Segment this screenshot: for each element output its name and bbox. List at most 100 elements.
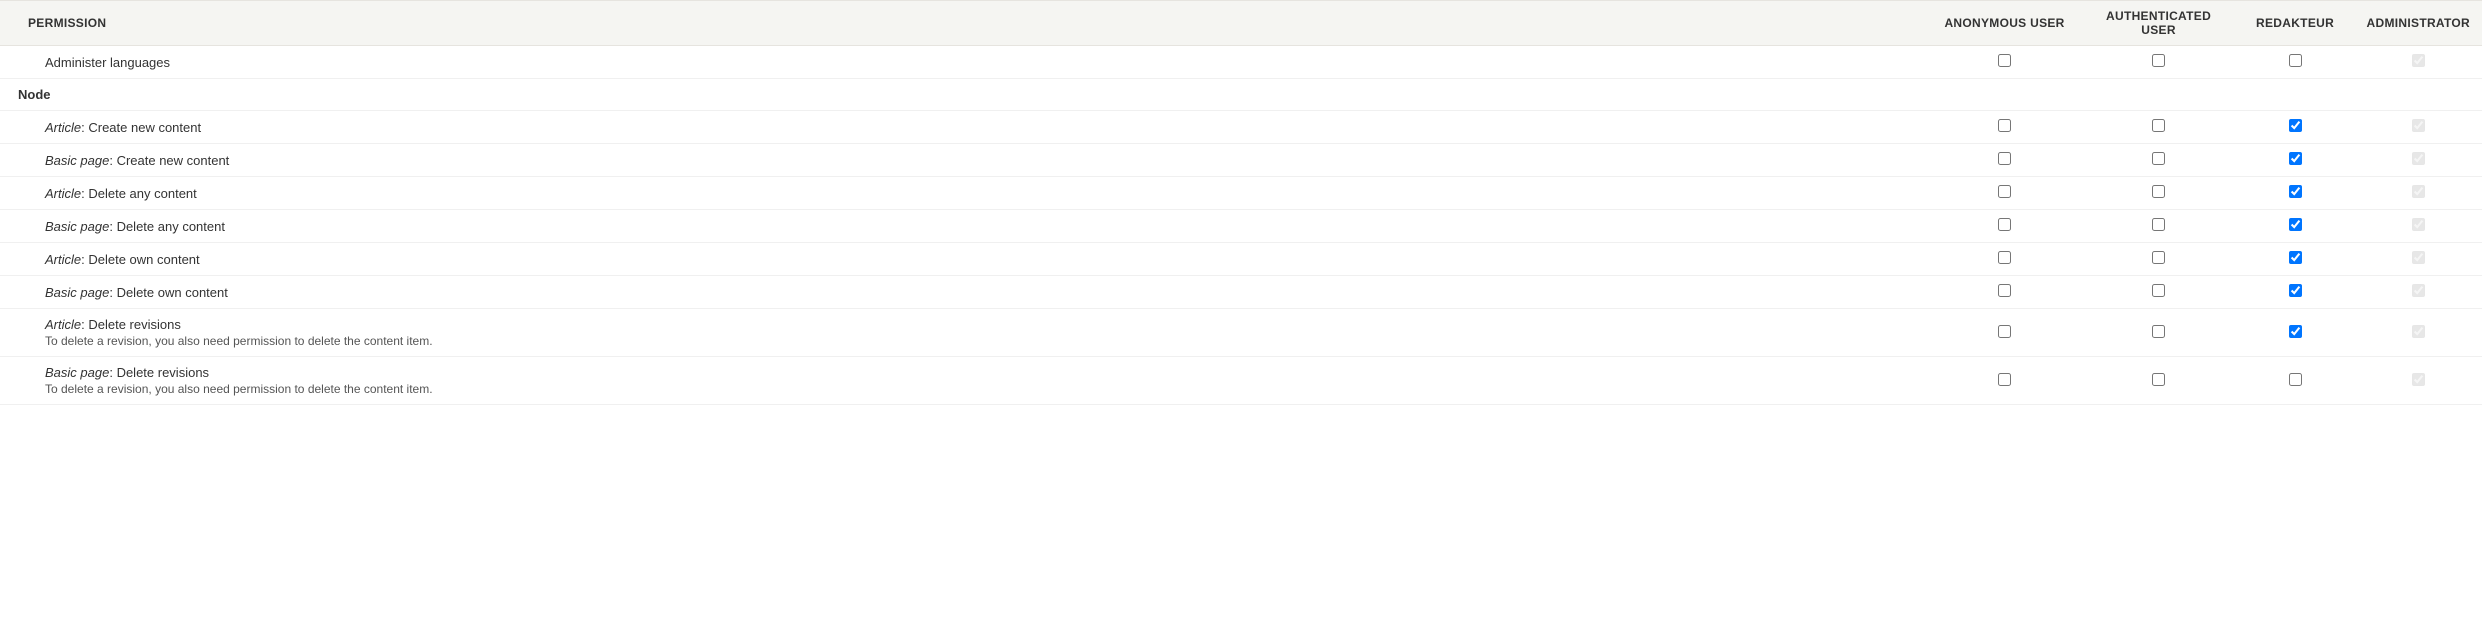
permission-checkbox	[2412, 284, 2425, 297]
header-role-0: ANONYMOUS USER	[1928, 1, 2082, 46]
permission-label: Delete own content	[88, 252, 199, 267]
permission-label-cell: Basic page: Create new content	[0, 144, 1928, 177]
permission-checkbox[interactable]	[2152, 251, 2165, 264]
checkbox-cell	[2082, 111, 2236, 144]
table-row: Basic page: Delete revisionsTo delete a …	[0, 357, 2482, 405]
permission-checkbox[interactable]	[1998, 54, 2011, 67]
permission-label: Create new content	[117, 153, 230, 168]
table-row: Article: Delete revisionsTo delete a rev…	[0, 309, 2482, 357]
checkbox-cell	[2355, 210, 2482, 243]
permission-label-cell: Article: Delete revisionsTo delete a rev…	[0, 309, 1928, 357]
permission-checkbox	[2412, 152, 2425, 165]
checkbox-cell	[2236, 243, 2355, 276]
permission-checkbox[interactable]	[2289, 119, 2302, 132]
checkbox-cell	[1928, 177, 2082, 210]
permission-prefix: Basic page	[45, 219, 109, 234]
permission-checkbox[interactable]	[2289, 185, 2302, 198]
checkbox-cell	[1928, 276, 2082, 309]
permission-checkbox[interactable]	[1998, 152, 2011, 165]
permission-description: To delete a revision, you also need perm…	[45, 334, 1916, 348]
permission-checkbox	[2412, 54, 2425, 67]
permission-label-cell: Article: Create new content	[0, 111, 1928, 144]
permission-label-cell: Basic page: Delete revisionsTo delete a …	[0, 357, 1928, 405]
permission-checkbox	[2412, 373, 2425, 386]
checkbox-cell	[1928, 210, 2082, 243]
permission-checkbox[interactable]	[2152, 185, 2165, 198]
permission-label-cell: Basic page: Delete any content	[0, 210, 1928, 243]
header-role-1: AUTHENTICATED USER	[2082, 1, 2236, 46]
checkbox-cell	[1928, 243, 2082, 276]
permission-checkbox[interactable]	[1998, 373, 2011, 386]
checkbox-cell	[2236, 276, 2355, 309]
permission-checkbox[interactable]	[2289, 152, 2302, 165]
table-row: Node	[0, 79, 2482, 111]
permission-checkbox[interactable]	[2289, 373, 2302, 386]
permission-checkbox[interactable]	[1998, 119, 2011, 132]
header-role-2: REDAKTEUR	[2236, 1, 2355, 46]
permission-prefix: Article	[45, 317, 81, 332]
checkbox-cell	[2236, 357, 2355, 405]
permission-checkbox[interactable]	[2289, 325, 2302, 338]
checkbox-cell	[2236, 144, 2355, 177]
permission-checkbox[interactable]	[1998, 251, 2011, 264]
table-row: Basic page: Create new content	[0, 144, 2482, 177]
checkbox-cell	[1928, 309, 2082, 357]
checkbox-cell	[1928, 357, 2082, 405]
checkbox-cell	[2355, 46, 2482, 79]
permission-checkbox[interactable]	[2289, 54, 2302, 67]
table-row: Article: Delete own content	[0, 243, 2482, 276]
permission-checkbox[interactable]	[2289, 251, 2302, 264]
permission-checkbox[interactable]	[2289, 218, 2302, 231]
table-row: Administer languages	[0, 46, 2482, 79]
permission-checkbox[interactable]	[2289, 284, 2302, 297]
permission-checkbox[interactable]	[2152, 325, 2165, 338]
permission-checkbox[interactable]	[2152, 284, 2165, 297]
permission-label-cell: Article: Delete own content	[0, 243, 1928, 276]
permission-checkbox	[2412, 218, 2425, 231]
permission-prefix: Basic page	[45, 153, 109, 168]
permission-checkbox[interactable]	[1998, 284, 2011, 297]
checkbox-cell	[2082, 243, 2236, 276]
checkbox-cell	[2355, 111, 2482, 144]
checkbox-cell	[2082, 177, 2236, 210]
header-permission: PERMISSION	[0, 1, 1928, 46]
permission-label: Delete any content	[88, 186, 196, 201]
permission-label: Create new content	[88, 120, 201, 135]
permission-checkbox[interactable]	[2152, 373, 2165, 386]
permission-checkbox[interactable]	[1998, 325, 2011, 338]
permission-prefix: Basic page	[45, 285, 109, 300]
permission-checkbox[interactable]	[1998, 218, 2011, 231]
checkbox-cell	[2236, 46, 2355, 79]
checkbox-cell	[2355, 309, 2482, 357]
permission-checkbox[interactable]	[2152, 152, 2165, 165]
checkbox-cell	[2355, 357, 2482, 405]
permission-prefix: Article	[45, 120, 81, 135]
checkbox-cell	[2355, 276, 2482, 309]
permission-checkbox[interactable]	[2152, 218, 2165, 231]
table-row: Article: Delete any content	[0, 177, 2482, 210]
checkbox-cell	[2355, 144, 2482, 177]
permission-label-cell: Article: Delete any content	[0, 177, 1928, 210]
permission-checkbox[interactable]	[2152, 54, 2165, 67]
permission-label: Administer languages	[45, 55, 170, 70]
checkbox-cell	[2236, 177, 2355, 210]
checkbox-cell	[1928, 144, 2082, 177]
permission-checkbox[interactable]	[2152, 119, 2165, 132]
checkbox-cell	[2355, 243, 2482, 276]
checkbox-cell	[2082, 144, 2236, 177]
checkbox-cell	[2082, 309, 2236, 357]
checkbox-cell	[2082, 46, 2236, 79]
permission-checkbox	[2412, 325, 2425, 338]
checkbox-cell	[1928, 111, 2082, 144]
table-row: Article: Create new content	[0, 111, 2482, 144]
permission-label: Delete any content	[117, 219, 225, 234]
checkbox-cell	[2082, 357, 2236, 405]
permission-label-cell: Administer languages	[0, 46, 1928, 79]
permission-description: To delete a revision, you also need perm…	[45, 382, 1916, 396]
checkbox-cell	[2236, 309, 2355, 357]
permissions-table: PERMISSION ANONYMOUS USER AUTHENTICATED …	[0, 0, 2482, 405]
permission-checkbox	[2412, 185, 2425, 198]
permission-prefix: Article	[45, 252, 81, 267]
checkbox-cell	[2355, 177, 2482, 210]
permission-checkbox[interactable]	[1998, 185, 2011, 198]
